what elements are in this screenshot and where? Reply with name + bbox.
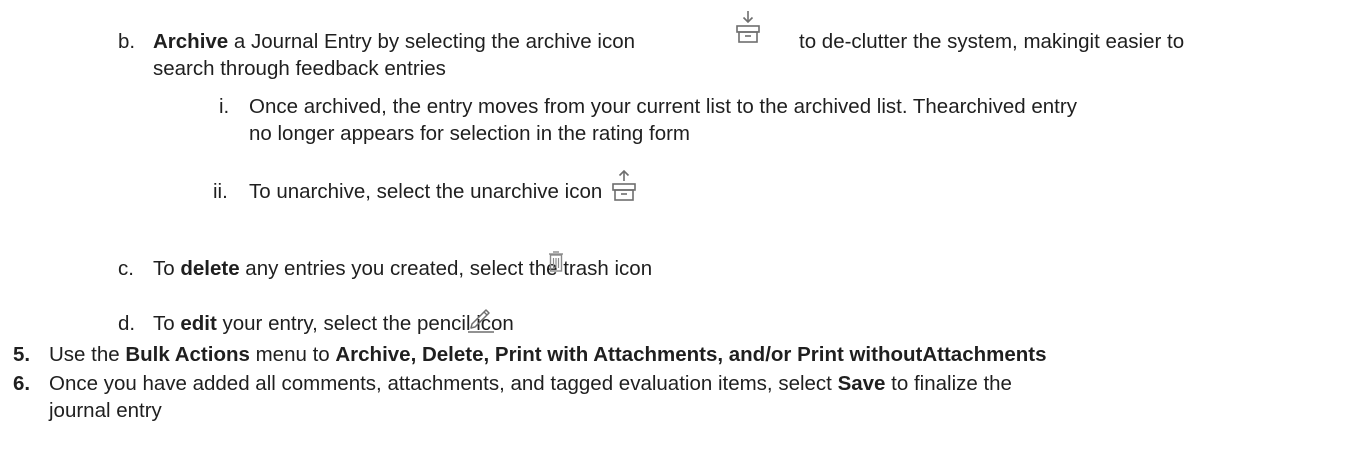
archive-instruction-line-2: search through feedback entries xyxy=(153,57,446,80)
bulk-actions-options-bold: Archive, Delete, Print with Attachments,… xyxy=(335,343,1047,366)
list-marker-5: 5. xyxy=(13,343,31,366)
list-marker-b: b. xyxy=(118,30,136,53)
delete-bold-term: delete xyxy=(180,257,240,280)
pencil-icon xyxy=(466,304,496,334)
archive-instruction-line-1: Archive a Journal Entry by selecting the… xyxy=(153,30,636,53)
archive-icon xyxy=(735,10,761,44)
bulk-actions-bold-term: Bulk Actions xyxy=(125,343,250,366)
list-marker-ii: ii. xyxy=(213,180,228,203)
list-marker-c: c. xyxy=(118,257,134,280)
archived-note-line-1: Once archived, the entry moves from your… xyxy=(249,95,1077,118)
edit-bold-term: edit xyxy=(180,312,217,335)
save-instruction-line-2: journal entry xyxy=(49,399,162,422)
list-marker-6: 6. xyxy=(13,372,31,395)
edit-instruction: To edit your entry, select the pencil ic… xyxy=(153,312,514,335)
delete-instruction: To delete any entries you created, selec… xyxy=(153,257,653,280)
unarchive-icon xyxy=(611,169,637,203)
archived-note-line-2: no longer appears for selection in the r… xyxy=(249,122,691,145)
unarchive-instruction: To unarchive, select the unarchive icon xyxy=(249,180,603,203)
bulk-actions-instruction: Use the Bulk Actions menu to Archive, De… xyxy=(49,343,1047,366)
list-marker-d: d. xyxy=(118,312,136,335)
save-instruction-line-1: Once you have added all comments, attach… xyxy=(49,372,1012,395)
trash-icon xyxy=(548,251,564,273)
archive-bold-term: Archive xyxy=(153,30,229,53)
save-bold-term: Save xyxy=(837,372,886,395)
archive-instruction-line-1b: to de-clutter the system, makingit easie… xyxy=(799,30,1185,53)
list-marker-i: i. xyxy=(219,95,230,118)
